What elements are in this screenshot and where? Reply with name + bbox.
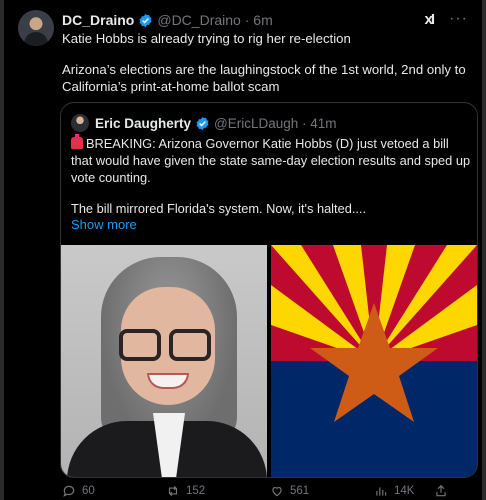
arizona-flag-svg [271,245,477,477]
post-header: DC_Draino @DC_Draino · 6m xI ··· [62,10,468,30]
quoted-author-name[interactable]: Eric Daugherty [95,116,191,131]
grok-icon[interactable]: xI [425,11,435,28]
verified-badge-icon [196,116,209,130]
quoted-author-avatar[interactable] [71,114,89,132]
reply-icon [63,485,75,497]
heart-icon [272,487,282,497]
quoted-text-p1: BREAKING: Arizona Governor Katie Hobbs (… [71,134,471,185]
post-text-line: Katie Hobbs is already trying to rig her… [62,31,351,46]
action-bar: 60 152 561 14K [62,484,482,500]
like-count: 561 [290,485,310,497]
siren-icon [71,134,83,149]
post-text-line: Arizona’s elections are the laughingstoc… [62,62,466,94]
like-button[interactable]: 561 [270,484,309,498]
post-card[interactable]: DC_Draino @DC_Draino · 6m xI ··· Katie H… [4,0,482,500]
reply-button[interactable]: 60 [62,484,95,498]
share-icon [436,484,446,497]
separator-dot: · [240,12,254,28]
author-avatar[interactable] [18,10,54,46]
arizona-flag-image[interactable] [271,245,477,477]
repost-icon [168,485,178,497]
quoted-post-header: Eric Daugherty @EricLDaugh · 41m [71,113,337,133]
separator-dot: · [298,115,311,131]
repost-button[interactable]: 152 [166,484,205,498]
more-options-icon[interactable]: ··· [449,10,468,28]
quoted-text-p2: The bill mirrored Florida's system. Now,… [71,201,367,216]
quoted-author-handle[interactable]: @EricLDaugh [214,116,298,131]
post-text: Katie Hobbs is already trying to rig her… [62,30,472,95]
quoted-post[interactable]: Eric Daugherty @EricLDaugh · 41m BREAKIN… [60,102,478,478]
portrait-photo[interactable] [61,245,267,477]
author-name[interactable]: DC_Draino [62,12,134,28]
reply-count: 60 [82,485,95,497]
views-button[interactable]: 14K [374,484,414,498]
post-time[interactable]: 6m [253,12,272,28]
author-handle[interactable]: @DC_Draino [157,12,240,28]
quoted-post-text: BREAKING: Arizona Governor Katie Hobbs (… [71,134,471,217]
share-button[interactable] [434,484,448,498]
views-chart-icon [376,487,387,496]
show-more-link[interactable]: Show more [71,217,137,232]
verified-badge-icon [139,13,152,27]
quoted-media[interactable] [61,245,477,477]
repost-count: 152 [186,485,206,497]
quoted-post-time[interactable]: 41m [310,116,336,131]
views-count: 14K [394,485,415,497]
